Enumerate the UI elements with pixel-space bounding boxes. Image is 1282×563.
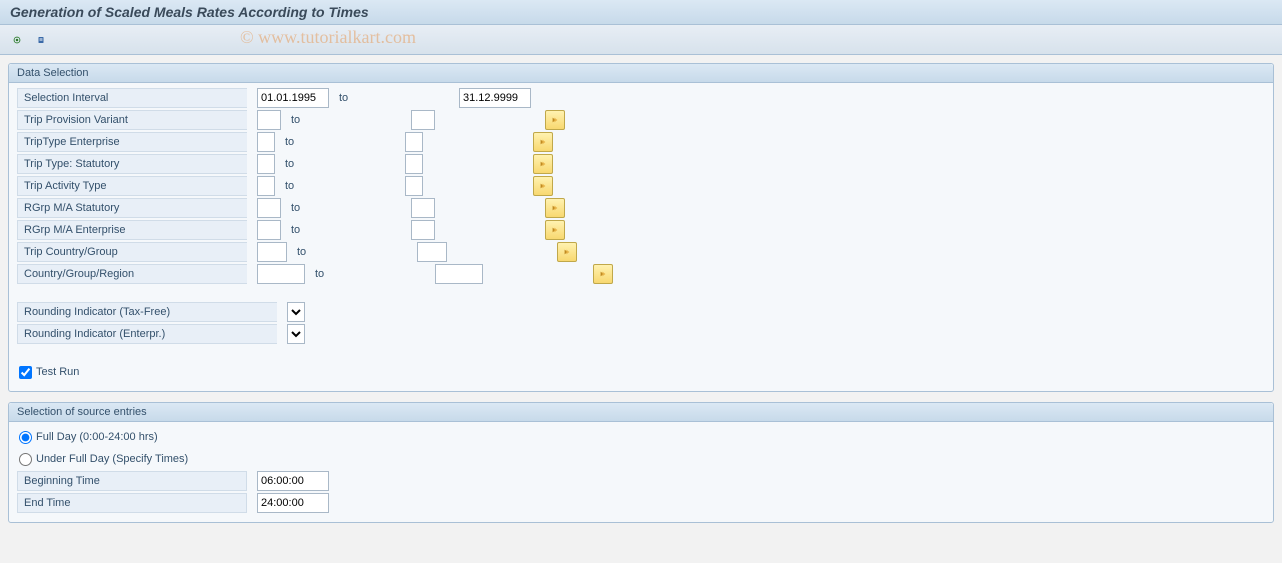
arrow-right-icon <box>564 247 570 257</box>
input-end-time[interactable] <box>257 493 329 513</box>
row-trip-country-group: Trip Country/Group to <box>17 241 1265 263</box>
watermark: © www.tutorialkart.com <box>240 27 416 48</box>
row-country-group-region: Country/Group/Region to <box>17 263 1265 285</box>
label-trip-type-enterprise: TripType Enterprise <box>17 132 247 152</box>
label-rounding-tax: Rounding Indicator (Tax-Free) <box>17 302 277 322</box>
select-rounding-tax[interactable] <box>287 302 305 322</box>
input-rgrp-ma-enterprise-to[interactable] <box>411 220 435 240</box>
input-trip-provision-variant-from[interactable] <box>257 110 281 130</box>
label-rgrp-ma-statutory: RGrp M/A Statutory <box>17 198 247 218</box>
group-source-entries: Selection of source entries Full Day (0:… <box>8 402 1274 523</box>
group-data-selection: Data Selection Selection Interval to Tri… <box>8 63 1274 392</box>
label-test-run: Test Run <box>36 366 79 378</box>
row-beginning-time: Beginning Time <box>17 470 1265 492</box>
group-header-data-selection: Data Selection <box>9 64 1273 83</box>
input-trip-country-group-from[interactable] <box>257 242 287 262</box>
multi-select-button[interactable] <box>557 242 577 262</box>
label-to: to <box>305 268 385 280</box>
input-selection-interval-to[interactable] <box>459 88 531 108</box>
row-rounding-tax: Rounding Indicator (Tax-Free) <box>17 301 1265 323</box>
input-trip-country-group-to[interactable] <box>417 242 447 262</box>
input-trip-activity-type-to[interactable] <box>405 176 423 196</box>
row-under-full-day: Under Full Day (Specify Times) <box>17 448 1265 470</box>
label-trip-provision-variant: Trip Provision Variant <box>17 110 247 130</box>
execute-button[interactable] <box>6 29 28 51</box>
label-to: to <box>275 180 355 192</box>
label-country-group-region: Country/Group/Region <box>17 264 247 284</box>
row-test-run: Test Run <box>17 361 1265 383</box>
arrow-right-icon <box>552 225 558 235</box>
label-under-full-day: Under Full Day (Specify Times) <box>36 453 188 465</box>
input-trip-activity-type-from[interactable] <box>257 176 275 196</box>
arrow-right-icon <box>540 137 546 147</box>
row-full-day: Full Day (0:00-24:00 hrs) <box>17 426 1265 448</box>
row-trip-type-statutory: Trip Type: Statutory to <box>17 153 1265 175</box>
row-end-time: End Time <box>17 492 1265 514</box>
label-to: to <box>287 246 367 258</box>
label-trip-country-group: Trip Country/Group <box>17 242 247 262</box>
arrow-right-icon <box>540 181 546 191</box>
input-trip-provision-variant-to[interactable] <box>411 110 435 130</box>
input-rgrp-ma-statutory-from[interactable] <box>257 198 281 218</box>
row-rgrp-ma-enterprise: RGrp M/A Enterprise to <box>17 219 1265 241</box>
row-rounding-ent: Rounding Indicator (Enterpr.) <box>17 323 1265 345</box>
group-header-source-entries: Selection of source entries <box>9 403 1273 422</box>
input-country-group-region-from[interactable] <box>257 264 305 284</box>
row-selection-interval: Selection Interval to <box>17 87 1265 109</box>
label-to: to <box>281 202 361 214</box>
info-button[interactable] <box>30 29 52 51</box>
row-trip-provision-variant: Trip Provision Variant to <box>17 109 1265 131</box>
input-rgrp-ma-statutory-to[interactable] <box>411 198 435 218</box>
arrow-right-icon <box>600 269 606 279</box>
input-trip-type-statutory-to[interactable] <box>405 154 423 174</box>
arrow-right-icon <box>540 159 546 169</box>
page-title: Generation of Scaled Meals Rates Accordi… <box>0 0 1282 25</box>
multi-select-button[interactable] <box>533 176 553 196</box>
label-beginning-time: Beginning Time <box>17 471 247 491</box>
row-trip-activity-type: Trip Activity Type to <box>17 175 1265 197</box>
multi-select-button[interactable] <box>545 110 565 130</box>
multi-select-button[interactable] <box>545 220 565 240</box>
label-to: to <box>275 158 355 170</box>
input-rgrp-ma-enterprise-from[interactable] <box>257 220 281 240</box>
input-trip-type-enterprise-to[interactable] <box>405 132 423 152</box>
multi-select-button[interactable] <box>533 132 553 152</box>
row-trip-type-enterprise: TripType Enterprise to <box>17 131 1265 153</box>
input-trip-type-enterprise-from[interactable] <box>257 132 275 152</box>
label-to: to <box>329 92 409 104</box>
multi-select-button[interactable] <box>533 154 553 174</box>
label-to: to <box>281 114 361 126</box>
multi-select-button[interactable] <box>593 264 613 284</box>
input-selection-interval-from[interactable] <box>257 88 329 108</box>
label-full-day: Full Day (0:00-24:00 hrs) <box>36 431 158 443</box>
multi-select-button[interactable] <box>545 198 565 218</box>
label-selection-interval: Selection Interval <box>17 88 247 108</box>
arrow-right-icon <box>552 115 558 125</box>
row-rgrp-ma-statutory: RGrp M/A Statutory to <box>17 197 1265 219</box>
radio-under-full-day[interactable] <box>19 453 32 466</box>
input-beginning-time[interactable] <box>257 471 329 491</box>
execute-icon <box>13 36 21 44</box>
radio-full-day[interactable] <box>19 431 32 444</box>
info-icon <box>37 36 45 44</box>
toolbar: © www.tutorialkart.com <box>0 25 1282 55</box>
label-to: to <box>275 136 355 148</box>
input-trip-type-statutory-from[interactable] <box>257 154 275 174</box>
label-trip-activity-type: Trip Activity Type <box>17 176 247 196</box>
label-rounding-ent: Rounding Indicator (Enterpr.) <box>17 324 277 344</box>
input-country-group-region-to[interactable] <box>435 264 483 284</box>
label-rgrp-ma-enterprise: RGrp M/A Enterprise <box>17 220 247 240</box>
label-end-time: End Time <box>17 493 247 513</box>
label-to: to <box>281 224 361 236</box>
arrow-right-icon <box>552 203 558 213</box>
label-trip-type-statutory: Trip Type: Statutory <box>17 154 247 174</box>
checkbox-test-run[interactable] <box>19 366 32 379</box>
select-rounding-ent[interactable] <box>287 324 305 344</box>
